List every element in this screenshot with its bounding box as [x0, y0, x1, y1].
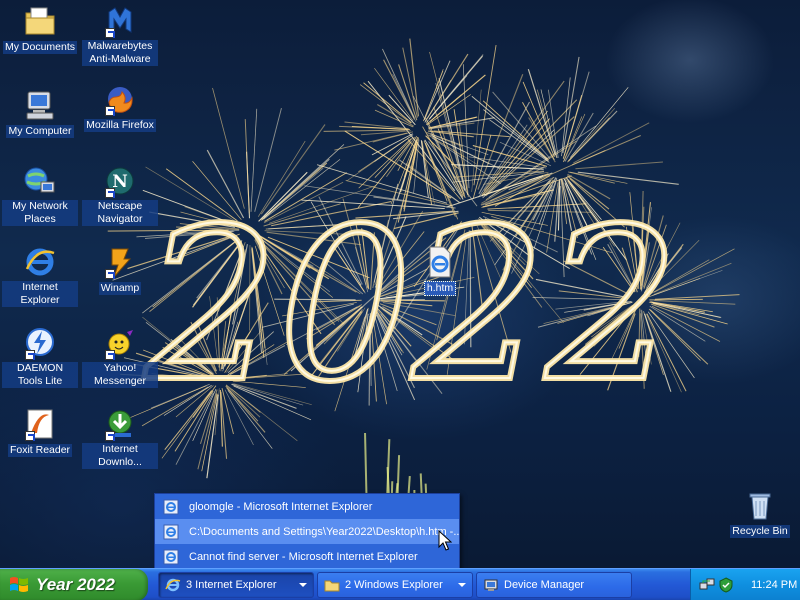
group-menu-item-label: gloomgle - Microsoft Internet Explorer — [189, 500, 373, 513]
taskbar: Year 2022 3 Internet Explorer 2 Windows … — [0, 568, 800, 600]
desktop-icon-malwarebytes[interactable]: Malwarebytes Anti-Malware — [82, 4, 158, 66]
icon-label: Netscape Navigator — [82, 200, 158, 226]
start-label: Year 2022 — [36, 575, 115, 594]
icon-label: Mozilla Firefox — [84, 119, 156, 132]
shortcut-arrow-icon — [105, 431, 115, 441]
icon-label: My Documents — [2, 41, 78, 54]
desktop-icon-recycle-bin[interactable]: Recycle Bin — [722, 488, 798, 538]
shortcut-arrow-icon — [105, 28, 115, 38]
foxit-icon — [23, 407, 57, 441]
chevron-down-icon — [458, 583, 466, 587]
taskbar-group-windows-explorer[interactable]: 2 Windows Explorer — [317, 572, 473, 598]
ie-icon — [165, 578, 181, 592]
clock[interactable]: 11:24 PM — [751, 579, 797, 591]
icon-label: Foxit Reader — [7, 444, 73, 457]
desktop[interactable]: 2022 2022 My Documents My Computer My Net… — [0, 0, 800, 568]
ie-icon — [163, 524, 179, 539]
desktop-icon-mozilla-firefox[interactable]: Mozilla Firefox — [82, 82, 158, 132]
computer-icon — [23, 88, 57, 122]
desktop-icon-internet-download-manager[interactable]: Internet Downlo... — [82, 407, 158, 469]
group-menu-item-label: C:\Documents and Settings\Year2022\Deskt… — [189, 525, 459, 538]
device-manager-icon — [484, 579, 498, 591]
netscape-icon: N — [103, 164, 137, 198]
icon-label: Internet Downlo... — [82, 443, 158, 469]
task-label: 2 Windows Explorer — [345, 579, 443, 591]
network-icon — [23, 164, 57, 198]
malwarebytes-icon — [103, 4, 137, 38]
network-tray-icon[interactable] — [699, 577, 715, 593]
group-menu-item-label: Cannot find server - Microsoft Internet … — [189, 550, 418, 563]
task-label: 3 Internet Explorer — [186, 579, 277, 591]
desktop-icon-internet-explorer[interactable]: Internet Explorer — [2, 245, 78, 307]
shortcut-arrow-icon — [105, 269, 115, 279]
mouse-pointer-icon — [438, 530, 452, 551]
desktop-icon-foxit-reader[interactable]: Foxit Reader — [2, 407, 78, 457]
chevron-down-icon — [299, 583, 307, 587]
folder-documents-icon — [23, 4, 57, 38]
html-file-icon — [423, 245, 457, 279]
group-menu-item[interactable]: gloomgle - Microsoft Internet Explorer — [155, 494, 459, 519]
system-tray: 11:24 PM — [690, 569, 800, 600]
taskbar-button-device-manager[interactable]: Device Manager — [476, 572, 632, 598]
icon-label: Winamp — [98, 282, 142, 295]
desktop-icon-netscape-navigator[interactable]: N Netscape Navigator — [82, 164, 158, 226]
folder-icon — [324, 580, 340, 592]
shortcut-arrow-icon — [105, 106, 115, 116]
taskbar-group-menu[interactable]: gloomgle - Microsoft Internet Explorer C… — [154, 493, 460, 569]
desktop-icon-yahoo-messenger[interactable]: Yahoo! Messenger — [82, 326, 158, 388]
desktop-icon-my-computer[interactable]: My Computer — [2, 88, 78, 138]
icon-label: Yahoo! Messenger — [82, 362, 158, 388]
shortcut-arrow-icon — [25, 350, 35, 360]
desktop-icon-winamp[interactable]: Winamp — [82, 245, 158, 295]
security-shield-tray-icon[interactable] — [718, 577, 734, 593]
download-manager-icon — [103, 407, 137, 441]
shortcut-arrow-icon — [105, 188, 115, 198]
group-menu-item[interactable]: Cannot find server - Microsoft Internet … — [155, 544, 459, 569]
icon-label: My Network Places — [2, 200, 78, 226]
ie-icon — [163, 549, 179, 564]
task-label: Device Manager — [504, 579, 585, 591]
daemon-tools-icon — [23, 326, 57, 360]
icon-label: DAEMON Tools Lite — [2, 362, 78, 388]
desktop-icon-my-network-places[interactable]: My Network Places — [2, 164, 78, 226]
taskbar-group-internet-explorer[interactable]: 3 Internet Explorer — [158, 572, 314, 598]
icon-label: My Computer — [6, 125, 74, 138]
shortcut-arrow-icon — [25, 431, 35, 441]
winamp-icon — [103, 245, 137, 279]
recycle-bin-icon — [743, 488, 777, 522]
icon-label: h.htm — [423, 281, 457, 296]
desktop-icon-daemon-tools[interactable]: DAEMON Tools Lite — [2, 326, 78, 388]
shortcut-arrow-icon — [105, 350, 115, 360]
wallpaper-2022-sparkler-core: 2022 — [144, 183, 679, 428]
ie-icon — [163, 499, 179, 514]
desktop-icon-h-htm[interactable]: h.htm — [402, 245, 478, 296]
icon-label: Internet Explorer — [2, 281, 78, 307]
icon-label: Malwarebytes Anti-Malware — [82, 40, 158, 66]
firefox-icon — [103, 82, 137, 116]
icon-label: Recycle Bin — [730, 525, 790, 538]
desktop-icon-my-documents[interactable]: My Documents — [2, 4, 78, 54]
group-menu-item-highlighted[interactable]: C:\Documents and Settings\Year2022\Deskt… — [155, 519, 459, 544]
yahoo-messenger-icon — [103, 326, 137, 360]
start-button[interactable]: Year 2022 — [0, 569, 148, 600]
windows-flag-icon — [10, 577, 28, 592]
ie-icon — [23, 245, 57, 279]
